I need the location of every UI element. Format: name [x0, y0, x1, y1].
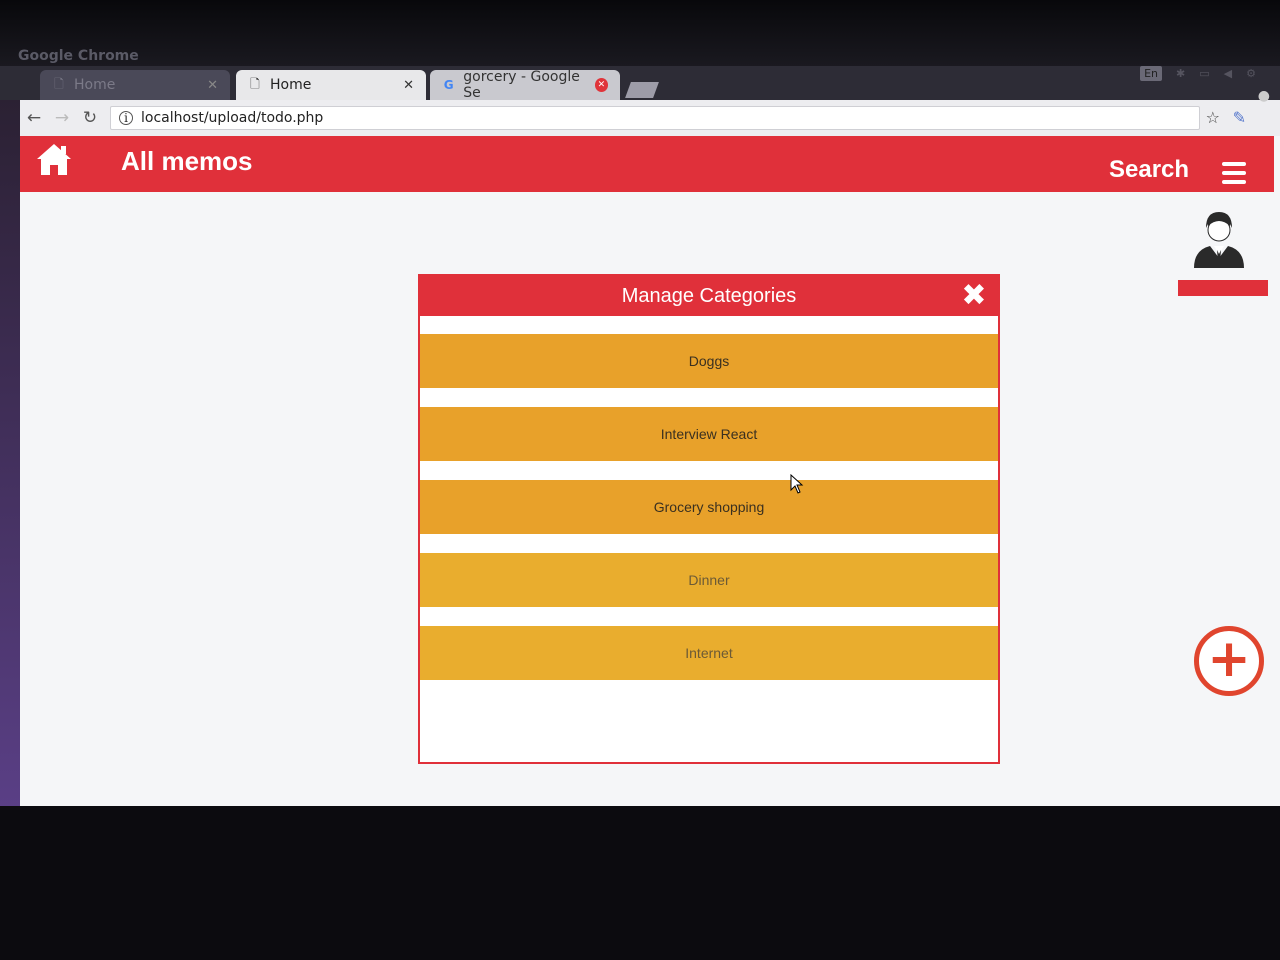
new-tab-button[interactable]	[625, 82, 659, 98]
app-header: All memos Search	[20, 136, 1274, 192]
screen-bezel-bottom	[0, 806, 1280, 960]
close-icon[interactable]: ✕	[403, 78, 414, 93]
address-bar[interactable]: i localhost/upload/todo.php	[110, 106, 1200, 130]
search-button[interactable]: Search	[1109, 156, 1189, 184]
tab-home-1[interactable]: 🗋 Home ✕	[40, 70, 230, 100]
keyboard-language-indicator[interactable]: En	[1140, 66, 1163, 81]
category-item[interactable]: Interview React	[420, 407, 998, 461]
add-memo-button[interactable]: +	[1194, 626, 1264, 696]
close-icon[interactable]: ✕	[207, 78, 218, 93]
category-item[interactable]: Internet	[420, 626, 998, 680]
window-title: Google Chrome	[18, 48, 139, 64]
launcher-dock	[0, 100, 20, 810]
hamburger-menu-icon[interactable]	[1222, 162, 1246, 184]
bluetooth-icon[interactable]: ✱	[1176, 67, 1185, 80]
back-icon[interactable]: ←	[20, 108, 48, 128]
tab-title: gorcery - Google Se	[463, 69, 580, 101]
profile-icon[interactable]: ●	[1258, 88, 1270, 104]
category-item[interactable]: Doggs	[420, 334, 998, 388]
category-item[interactable]: Dinner	[420, 553, 998, 607]
system-tray: En ✱ ▭ ◀ ⚙	[1140, 66, 1256, 81]
url-text: localhost/upload/todo.php	[141, 110, 324, 126]
extension-pen-icon[interactable]: ✎	[1233, 108, 1246, 127]
manage-categories-modal: Manage Categories ✖ Doggs Interview Reac…	[418, 274, 1000, 764]
page-title: All memos	[121, 146, 253, 176]
page-icon: 🗋	[54, 76, 64, 91]
home-icon[interactable]	[34, 140, 74, 180]
reload-icon[interactable]: ↻	[76, 108, 104, 128]
bookmark-star-icon[interactable]: ☆	[1206, 108, 1220, 127]
forward-icon[interactable]: →	[48, 108, 76, 128]
google-icon: G	[443, 78, 454, 92]
volume-icon[interactable]: ◀	[1224, 67, 1232, 80]
tab-title: Home	[270, 77, 312, 93]
modal-header: Manage Categories	[420, 276, 998, 316]
category-item[interactable]: Grocery shopping	[420, 480, 998, 534]
close-icon[interactable]: ✕	[594, 78, 608, 92]
plus-icon: +	[1207, 629, 1251, 689]
tab-google-search[interactable]: G gorcery - Google Se ✕	[430, 69, 620, 101]
tab-title: Home	[74, 77, 116, 93]
user-name-bar	[1178, 280, 1268, 296]
browser-toolbar: ← → ↻ i localhost/upload/todo.php ☆ ✎ ●	[20, 88, 1280, 136]
close-icon[interactable]: ✖	[958, 280, 990, 312]
modal-title: Manage Categories	[621, 285, 797, 307]
battery-icon[interactable]: ▭	[1199, 67, 1209, 80]
page-icon: 🗋	[250, 76, 260, 91]
info-icon[interactable]: i	[119, 111, 133, 125]
category-list: Doggs Interview React Grocery shopping D…	[420, 334, 998, 699]
app-page: All memos Search Manage Categories ✖ Dog…	[20, 136, 1280, 806]
settings-icon[interactable]: ⚙	[1246, 67, 1256, 80]
tab-home-2[interactable]: 🗋 Home ✕	[236, 70, 426, 100]
screen-bezel-top	[0, 0, 1280, 70]
user-avatar-icon[interactable]	[1186, 206, 1252, 272]
